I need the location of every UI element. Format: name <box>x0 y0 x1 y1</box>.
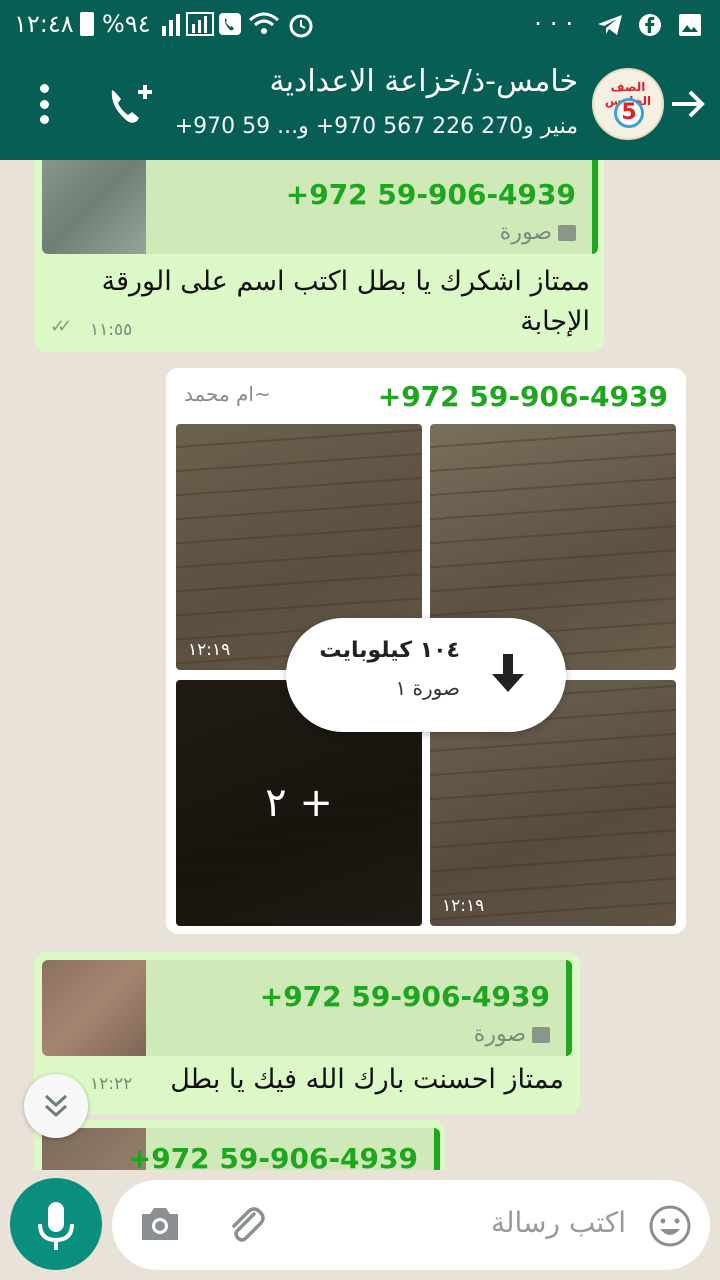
status-time: ١٢:٤٨ <box>14 10 74 38</box>
double-chevron-down-icon <box>44 1094 68 1118</box>
more-notifications-icon: ··· <box>534 10 582 38</box>
photo-time: ١٢:١٩ <box>188 640 231 660</box>
quoted-sender: +972 59-906-4939 <box>259 980 550 1013</box>
camera-icon[interactable] <box>138 1204 182 1244</box>
more-options-icon[interactable] <box>30 84 58 124</box>
signal-icon <box>162 14 180 36</box>
quote-accent-bar <box>434 1128 440 1170</box>
notification-icons: ··· <box>534 10 702 38</box>
quote-accent-bar <box>592 160 598 254</box>
message-time: ١٢:٢٢ <box>90 1074 133 1094</box>
chat-title[interactable]: خامس-ذ/خزاعة الاعدادية <box>270 64 578 99</box>
battery-percent: %٩٤ <box>102 10 151 38</box>
chat-participants[interactable]: منير و270 226 567 970+ و... 59 970+ <box>175 114 578 139</box>
download-count: صورة ١ <box>395 676 460 700</box>
message-composer[interactable]: اكتب رسالة <box>112 1180 710 1270</box>
attach-icon[interactable] <box>224 1202 268 1246</box>
message-bubble[interactable]: +972 59-906-4939 <box>34 1120 446 1170</box>
quoted-message[interactable]: +972 59-906-4939 صورة <box>42 160 598 254</box>
download-arrow-icon <box>492 654 524 692</box>
quoted-type: صورة <box>474 1022 550 1047</box>
message-bubble[interactable]: +972 59-906-4939 صورة ممتاز اشكرك يا بطل… <box>34 160 604 352</box>
gallery-icon <box>679 14 701 36</box>
message-bubble[interactable]: +972 59-906-4939 صورة ممتاز احسنت بارك ا… <box>34 952 580 1114</box>
image-icon <box>558 225 576 241</box>
sender-name: ~ام محمد <box>184 382 271 406</box>
download-button[interactable]: ١٠٤ كيلوبايت صورة ١ <box>286 618 566 732</box>
image-icon <box>532 1027 550 1043</box>
signal-icon-2 <box>186 12 214 36</box>
microphone-icon <box>38 1202 74 1250</box>
group-avatar[interactable]: الصف الخامس 5 <box>592 68 664 140</box>
quoted-message[interactable]: +972 59-906-4939 صورة <box>42 960 572 1056</box>
status-bar: ١٢:٤٨ %٩٤ ··· <box>0 0 720 48</box>
download-size: ١٠٤ كيلوبايت <box>319 638 460 663</box>
add-call-icon[interactable] <box>102 78 158 134</box>
battery-icon <box>80 12 94 36</box>
quoted-image-thumbnail <box>42 160 146 254</box>
quote-accent-bar <box>566 960 572 1056</box>
phone-status-icon <box>219 13 241 35</box>
back-arrow-icon[interactable] <box>668 84 708 124</box>
message-input[interactable]: اكتب رسالة <box>491 1206 626 1239</box>
alarm-icon <box>289 14 313 38</box>
scroll-to-bottom-button[interactable] <box>24 1074 88 1138</box>
quoted-type: صورة <box>500 220 576 245</box>
message-time: ١١:٥٥ <box>90 320 133 340</box>
photo-time: ١٢:١٩ <box>442 896 485 916</box>
facebook-icon <box>639 14 662 36</box>
voice-message-button[interactable] <box>10 1178 102 1270</box>
message-bubble[interactable]: +972 59-906-4939 ~ام محمد ١٢:١٩ ١٢:١٩ ٢ … <box>166 368 686 934</box>
quoted-sender: +972 59-906-4939 <box>285 178 576 211</box>
telegram-icon <box>597 15 622 35</box>
chat-area[interactable]: +972 59-906-4939 صورة ممتاز اشكرك يا بطل… <box>0 160 720 1170</box>
message-text: ممتاز احسنت بارك الله فيك يا بطل <box>170 1064 564 1095</box>
quoted-image-thumbnail <box>42 960 146 1056</box>
read-ticks-icon: ✓✓ <box>50 316 72 337</box>
avatar-number: 5 <box>614 98 644 128</box>
quoted-message[interactable]: +972 59-906-4939 <box>42 1128 440 1170</box>
chat-header: خامس-ذ/خزاعة الاعدادية منير و270 226 567… <box>0 48 720 160</box>
emoji-icon[interactable] <box>648 1204 692 1248</box>
sender-phone[interactable]: +972 59-906-4939 <box>378 380 668 413</box>
quoted-sender: +972 59-906-4939 <box>127 1142 418 1170</box>
wifi-icon <box>249 12 279 34</box>
